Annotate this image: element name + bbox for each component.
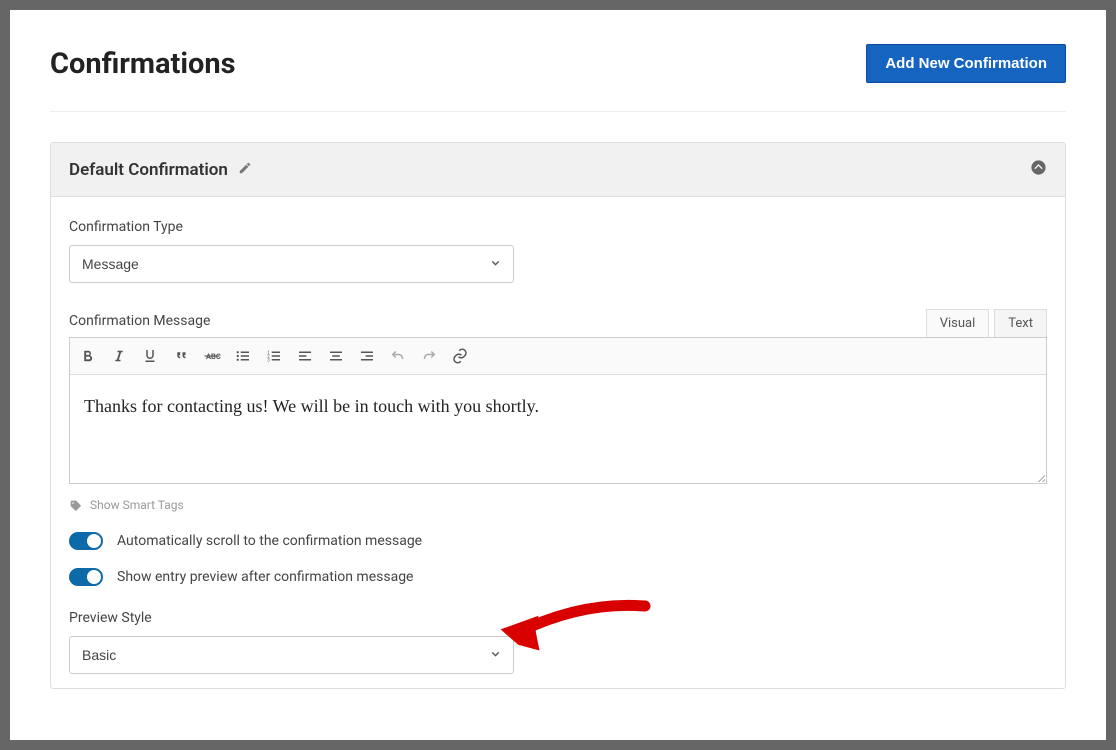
- resize-handle-icon[interactable]: [1034, 471, 1046, 483]
- align-right-icon[interactable]: [353, 342, 381, 370]
- show-entry-preview-label: Show entry preview after confirmation me…: [117, 569, 413, 585]
- bold-icon[interactable]: [74, 342, 102, 370]
- editor-toolbar: ABC 123: [70, 338, 1046, 375]
- strikethrough-icon[interactable]: ABC: [198, 342, 226, 370]
- svg-text:3: 3: [267, 357, 270, 363]
- add-confirmation-button[interactable]: Add New Confirmation: [866, 44, 1066, 83]
- underline-icon[interactable]: [136, 342, 164, 370]
- link-icon[interactable]: [446, 342, 474, 370]
- undo-icon[interactable]: [384, 342, 412, 370]
- confirmation-message-label: Confirmation Message: [69, 313, 210, 329]
- chevron-up-circle-icon[interactable]: [1030, 159, 1047, 180]
- confirmation-panel: Default Confirmation Confirmation Type M…: [50, 142, 1066, 689]
- ordered-list-icon[interactable]: 123: [260, 342, 288, 370]
- show-smart-tags-link[interactable]: Show Smart Tags: [69, 498, 1047, 512]
- divider: [50, 111, 1066, 112]
- blockquote-icon[interactable]: [167, 342, 195, 370]
- align-center-icon[interactable]: [322, 342, 350, 370]
- pencil-icon[interactable]: [238, 160, 252, 179]
- show-entry-preview-toggle[interactable]: [69, 568, 103, 586]
- auto-scroll-toggle[interactable]: [69, 532, 103, 550]
- auto-scroll-label: Automatically scroll to the confirmation…: [117, 533, 422, 549]
- italic-icon[interactable]: [105, 342, 133, 370]
- message-text: Thanks for contacting us! We will be in …: [84, 393, 1032, 420]
- confirmation-type-value[interactable]: Message: [69, 245, 514, 283]
- visual-tab[interactable]: Visual: [926, 309, 990, 337]
- page-title: Confirmations: [50, 47, 236, 81]
- preview-style-label: Preview Style: [69, 610, 1047, 626]
- text-tab[interactable]: Text: [994, 309, 1047, 337]
- confirmation-type-select[interactable]: Message: [69, 245, 514, 283]
- panel-header[interactable]: Default Confirmation: [51, 143, 1065, 197]
- align-left-icon[interactable]: [291, 342, 319, 370]
- bullet-list-icon[interactable]: [229, 342, 257, 370]
- preview-style-value[interactable]: Basic: [69, 636, 514, 674]
- tags-icon: [69, 499, 82, 512]
- panel-title: Default Confirmation: [69, 160, 228, 180]
- editor-content[interactable]: Thanks for contacting us! We will be in …: [70, 375, 1046, 483]
- smart-tags-label: Show Smart Tags: [90, 498, 184, 512]
- confirmation-type-label: Confirmation Type: [69, 219, 1047, 235]
- rich-text-editor: ABC 123 Thanks for contacting us! We wil…: [69, 337, 1047, 484]
- preview-style-select[interactable]: Basic: [69, 636, 514, 674]
- redo-icon[interactable]: [415, 342, 443, 370]
